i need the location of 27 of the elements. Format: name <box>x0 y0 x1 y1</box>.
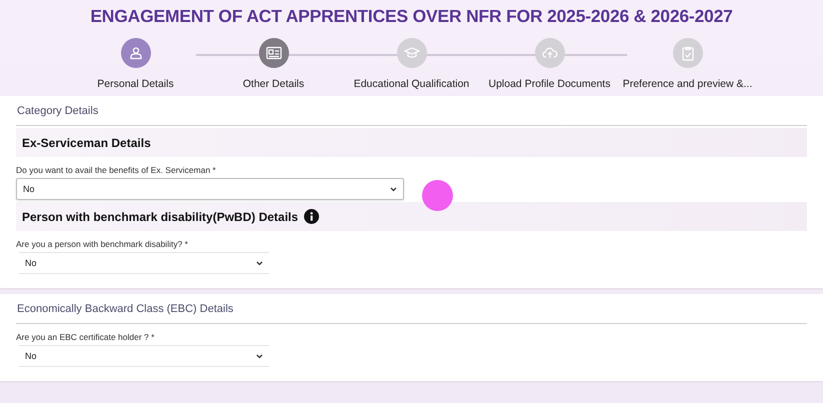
user-icon <box>128 46 142 60</box>
step-label: Upload Profile Documents <box>488 78 610 90</box>
step-label: Other Details <box>242 78 304 90</box>
select-field[interactable]: No <box>16 178 404 200</box>
clipboard-check-icon <box>680 46 694 60</box>
step-label: Educational Qualification <box>354 78 470 90</box>
field-label: Do you want to avail the benefits of Ex. Serviceman * <box>16 165 217 175</box>
select-field[interactable]: No <box>19 345 269 367</box>
graduation-cap-icon <box>404 46 420 60</box>
step-circle[interactable] <box>120 38 150 68</box>
page-title: ENGAGEMENT OF ACT APPRENTICES OVER NFR FOR 2025-2026 & 2026-2027 <box>89 5 734 27</box>
panel-title: Category Details <box>16 104 807 126</box>
section-heading: Person with benchmark disability(PwBD) Details <box>22 210 298 224</box>
panel-title: Economically Backward Class (EBC) Details <box>16 302 807 324</box>
chevron-down-icon <box>256 354 263 358</box>
field-label: Are you a person with benchmark disability? * <box>16 239 189 249</box>
step-label: Personal Details <box>97 78 174 90</box>
step-label: Preference and preview &... <box>622 78 752 90</box>
id-card-icon <box>266 46 282 60</box>
chevron-down-icon <box>256 260 263 266</box>
step-circle[interactable] <box>258 38 288 68</box>
info-icon[interactable] <box>304 209 320 224</box>
select-field[interactable]: No <box>19 252 269 274</box>
section-heading: Ex-Serviceman Details <box>22 136 151 150</box>
field-label: Are you an EBC certificate holder ? * <box>16 332 156 342</box>
chevron-down-icon <box>390 186 397 192</box>
cloud-upload-icon <box>542 46 558 60</box>
